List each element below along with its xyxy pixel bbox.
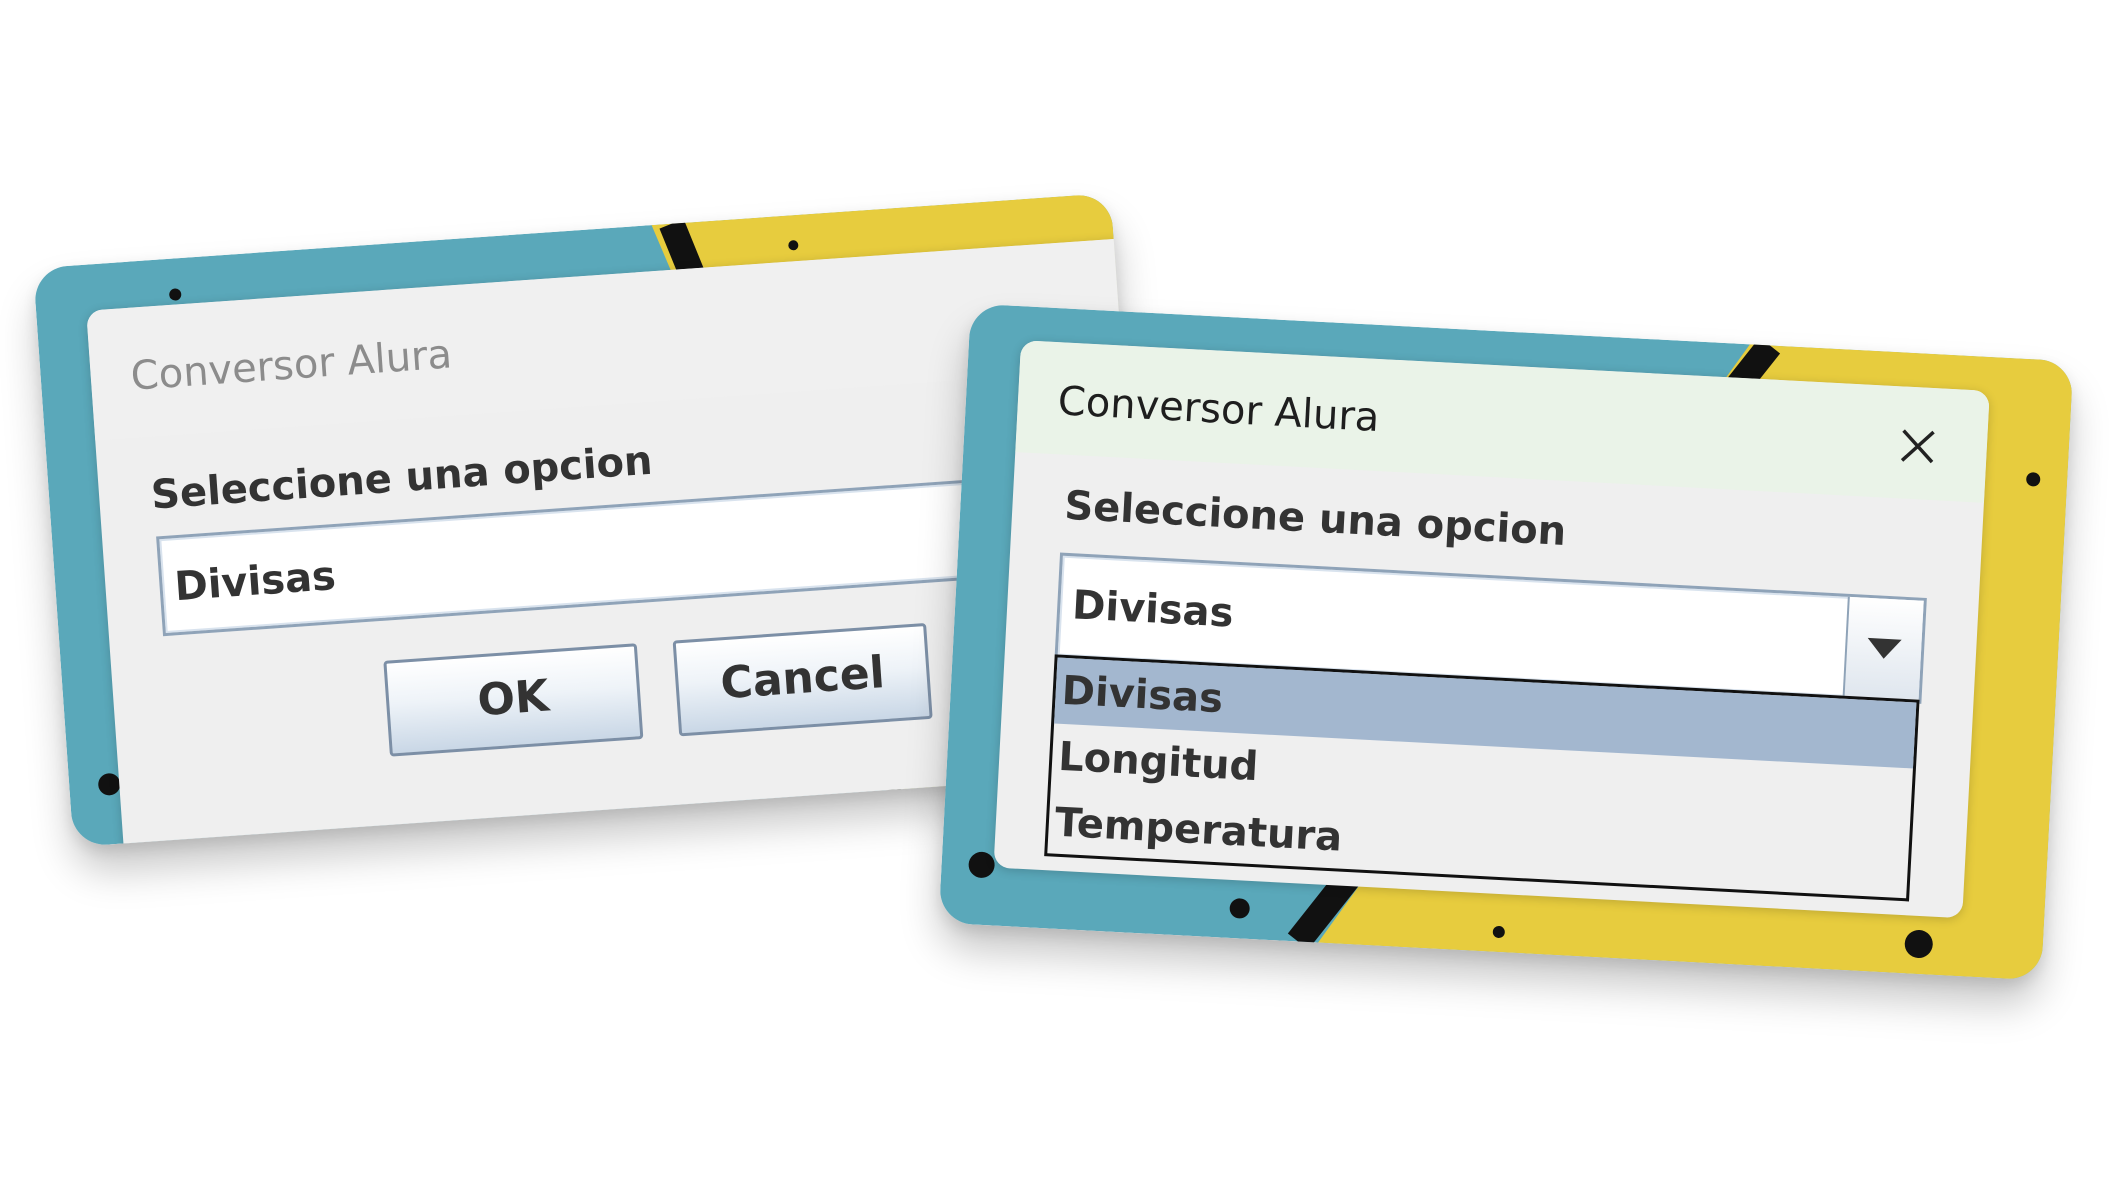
combo-selected-value: Divisas <box>1071 582 1235 637</box>
prompt-label: Seleccione una opcion <box>1063 482 1568 555</box>
cancel-button[interactable]: Cancel <box>672 622 933 737</box>
window-title: Conversor Alura <box>129 331 454 400</box>
window-title: Conversor Alura <box>1056 378 1381 442</box>
close-icon <box>1900 429 1935 464</box>
dialog-card-open: Conversor Alura Seleccione una opcion Di… <box>938 303 2074 981</box>
combo-selected-value: Divisas <box>173 553 338 611</box>
dropdown-button[interactable] <box>1842 596 1924 701</box>
ok-button[interactable]: OK <box>383 643 644 757</box>
screenshot-stage: Conversor Alura Seleccione una opcion Di… <box>0 0 2112 1188</box>
chevron-down-icon <box>1867 637 1902 659</box>
dialog-window: Conversor Alura Seleccione una opcion Di… <box>993 340 1990 919</box>
close-button[interactable] <box>1887 416 1948 477</box>
